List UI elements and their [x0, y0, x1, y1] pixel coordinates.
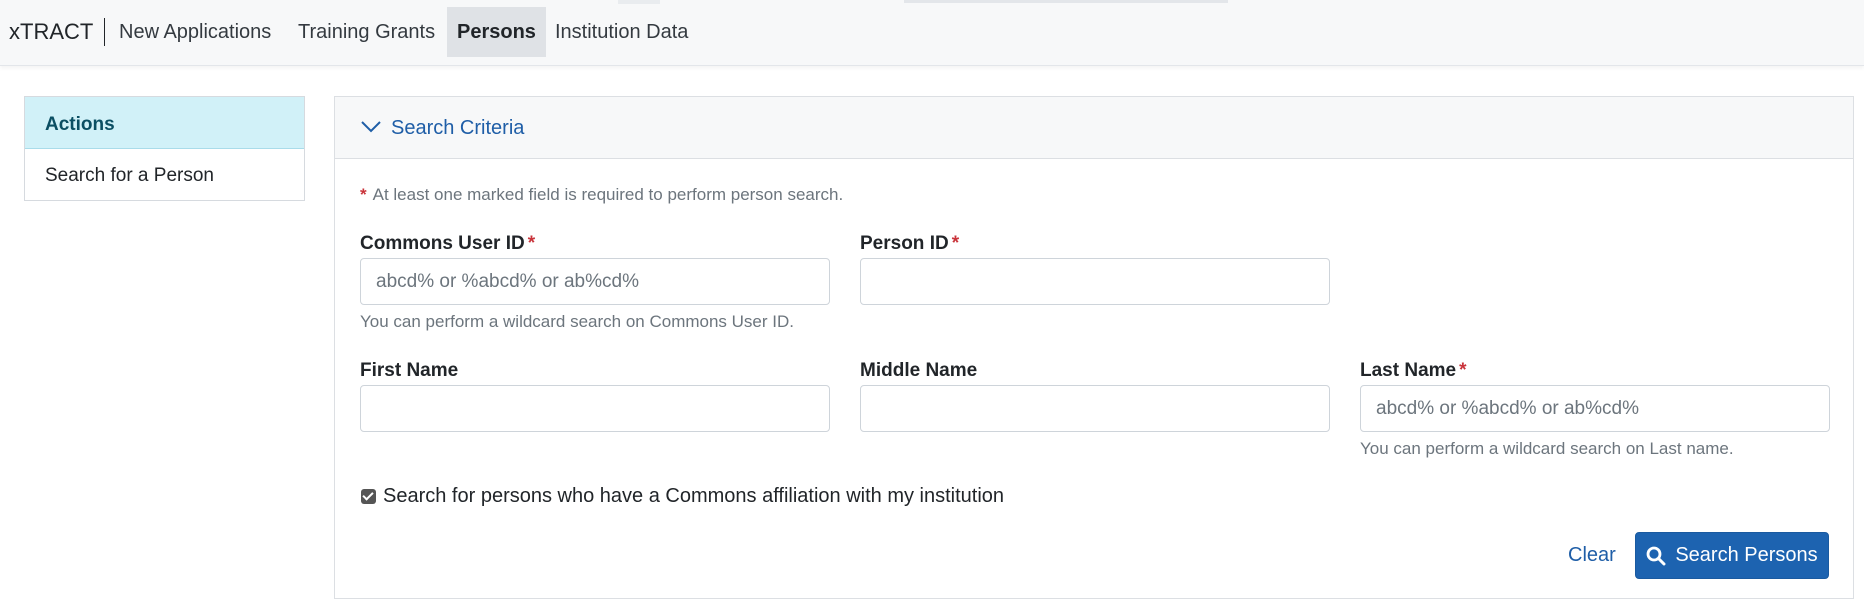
chevron-down-icon: [361, 120, 381, 139]
affiliation-checkbox-row[interactable]: Search for persons who have a Commons af…: [361, 485, 1004, 507]
sidebar-item-search-person[interactable]: Search for a Person: [25, 149, 304, 201]
required-marker: *: [951, 233, 960, 254]
actions-sidebar: Actions Search for a Person: [24, 96, 305, 201]
required-marker: *: [360, 185, 367, 204]
clear-button[interactable]: Clear: [1568, 544, 1616, 567]
top-trim: [904, 0, 1228, 3]
panel-title: Search Criteria: [391, 117, 525, 139]
person-id-label-text: Person ID: [860, 233, 949, 254]
nav-new-applications[interactable]: New Applications: [109, 7, 281, 57]
commons-user-id-help: You can perform a wildcard search on Com…: [360, 312, 794, 331]
person-id-label: Person ID *: [860, 233, 959, 255]
commons-user-id-input[interactable]: [360, 258, 830, 305]
search-persons-label: Search Persons: [1675, 544, 1818, 566]
nav-persons[interactable]: Persons: [447, 7, 546, 57]
sidebar-header: Actions: [25, 97, 304, 149]
last-name-label: Last Name *: [1360, 360, 1467, 382]
required-note-text: At least one marked field is required to…: [372, 185, 844, 204]
search-icon: [1646, 546, 1666, 566]
last-name-label-text: Last Name: [1360, 360, 1457, 381]
top-trim: [618, 0, 660, 4]
nav-training-grants[interactable]: Training Grants: [288, 7, 445, 57]
last-name-help: You can perform a wildcard search on Las…: [1360, 439, 1734, 458]
required-note: * At least one marked field is required t…: [360, 185, 843, 205]
first-name-label: First Name: [360, 360, 459, 381]
commons-user-id-label-text: Commons User ID: [360, 233, 525, 254]
search-persons-button[interactable]: Search Persons: [1635, 532, 1829, 579]
first-name-input[interactable]: [360, 385, 830, 432]
middle-name-label: Middle Name: [860, 360, 978, 381]
brand-logo[interactable]: xTRACT: [9, 18, 106, 46]
checkbox-checked-icon[interactable]: [361, 488, 376, 504]
affiliation-checkbox-label[interactable]: Search for persons who have a Commons af…: [383, 485, 1004, 508]
last-name-input[interactable]: [1360, 385, 1830, 432]
person-id-input[interactable]: [860, 258, 1330, 305]
middle-name-input[interactable]: [860, 385, 1330, 432]
required-marker: *: [1459, 360, 1467, 381]
top-navbar: xTRACT New Applications Training Grants …: [0, 0, 1864, 66]
required-marker: *: [527, 233, 536, 254]
search-criteria-toggle[interactable]: Search Criteria: [335, 97, 1853, 159]
commons-user-id-label: Commons User ID *: [360, 233, 535, 255]
search-criteria-panel: Search Criteria * At least one marked fie…: [334, 96, 1854, 599]
nav-institution-data[interactable]: Institution Data: [545, 7, 698, 57]
